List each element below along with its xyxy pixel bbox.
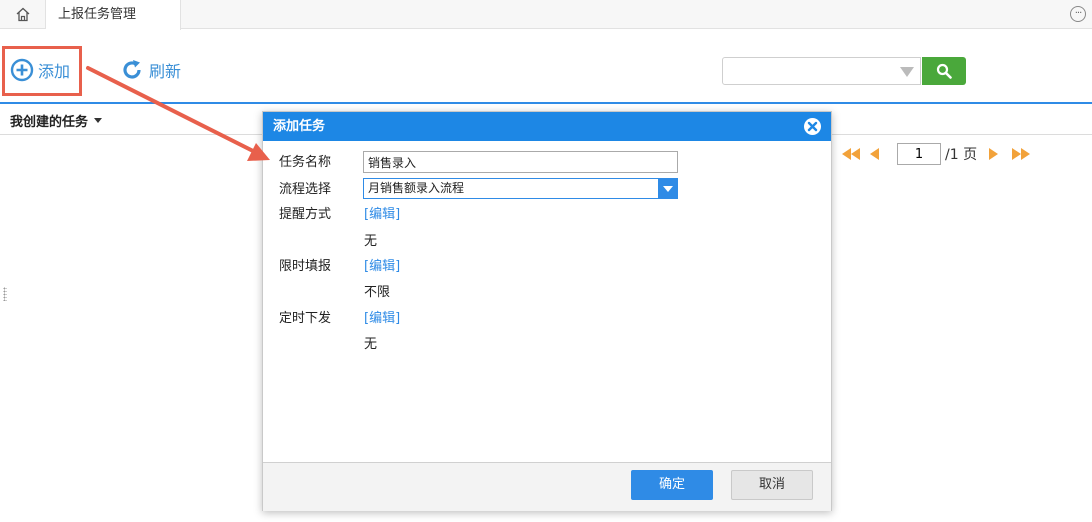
dialog-body: 任务名称 流程选择 月销售额录入流程 提醒方式 [编辑] 无 限时填报 [编辑]…: [263, 141, 831, 463]
flow-select-value: 月销售额录入流程: [368, 181, 465, 195]
page-total: /1 页: [945, 147, 978, 163]
next-page-icon[interactable]: [989, 148, 999, 160]
plus-circle-icon: [10, 58, 34, 82]
prev-page-icon[interactable]: [870, 148, 879, 160]
dialog-footer: 确定 取消: [263, 463, 831, 511]
deadline-edit-link[interactable]: [编辑]: [364, 255, 400, 274]
tab-task-report-management[interactable]: 上报任务管理: [46, 0, 181, 30]
more-icon[interactable]: ···: [1070, 6, 1086, 22]
schedule-value: 无: [364, 337, 378, 352]
search-icon: [936, 63, 952, 79]
tab-bar: 上报任务管理 ···: [0, 0, 1092, 30]
header-divider: [0, 102, 1092, 104]
reminder-label: 提醒方式: [279, 207, 332, 222]
refresh-button[interactable]: 刷新: [120, 57, 181, 83]
deadline-value: 不限: [364, 285, 391, 300]
dropdown-arrow-icon[interactable]: [900, 67, 914, 77]
add-button[interactable]: 添加: [10, 57, 70, 83]
task-name-input[interactable]: [363, 151, 678, 173]
last-page-icon[interactable]: [1012, 148, 1031, 160]
deadline-label: 限时填报: [279, 259, 332, 274]
caret-down-icon: [94, 118, 103, 123]
close-icon[interactable]: [804, 118, 821, 135]
add-button-label: 添加: [38, 62, 71, 81]
dialog-title: 添加任务: [273, 119, 326, 134]
pager: /1 页: [842, 142, 1031, 166]
search-input[interactable]: [722, 57, 921, 85]
dialog-header: 添加任务: [263, 112, 831, 141]
my-tasks-dropdown[interactable]: 我创建的任务: [10, 111, 103, 130]
page-number-input[interactable]: [897, 143, 941, 165]
first-page-icon[interactable]: [842, 148, 860, 160]
resize-handle[interactable]: [3, 287, 7, 301]
cancel-button[interactable]: 取消: [731, 470, 813, 500]
home-icon: [16, 7, 29, 22]
refresh-button-label: 刷新: [149, 62, 182, 81]
flow-select-label: 流程选择: [279, 182, 332, 197]
reminder-edit-link[interactable]: [编辑]: [364, 203, 400, 222]
reminder-value: 无: [364, 234, 378, 249]
refresh-icon: [123, 60, 141, 79]
my-tasks-label: 我创建的任务: [10, 115, 89, 130]
add-task-dialog: 添加任务 任务名称 流程选择 月销售额录入流程 提醒方式 [编辑] 无 限时填报…: [262, 111, 832, 511]
search-button[interactable]: [922, 57, 966, 85]
confirm-button[interactable]: 确定: [631, 470, 713, 500]
chevron-down-icon[interactable]: [658, 179, 677, 198]
task-name-label: 任务名称: [279, 155, 332, 170]
home-tab[interactable]: [0, 0, 46, 29]
schedule-edit-link[interactable]: [编辑]: [364, 307, 400, 326]
schedule-label: 定时下发: [279, 311, 332, 326]
flow-select[interactable]: 月销售额录入流程: [363, 178, 678, 199]
